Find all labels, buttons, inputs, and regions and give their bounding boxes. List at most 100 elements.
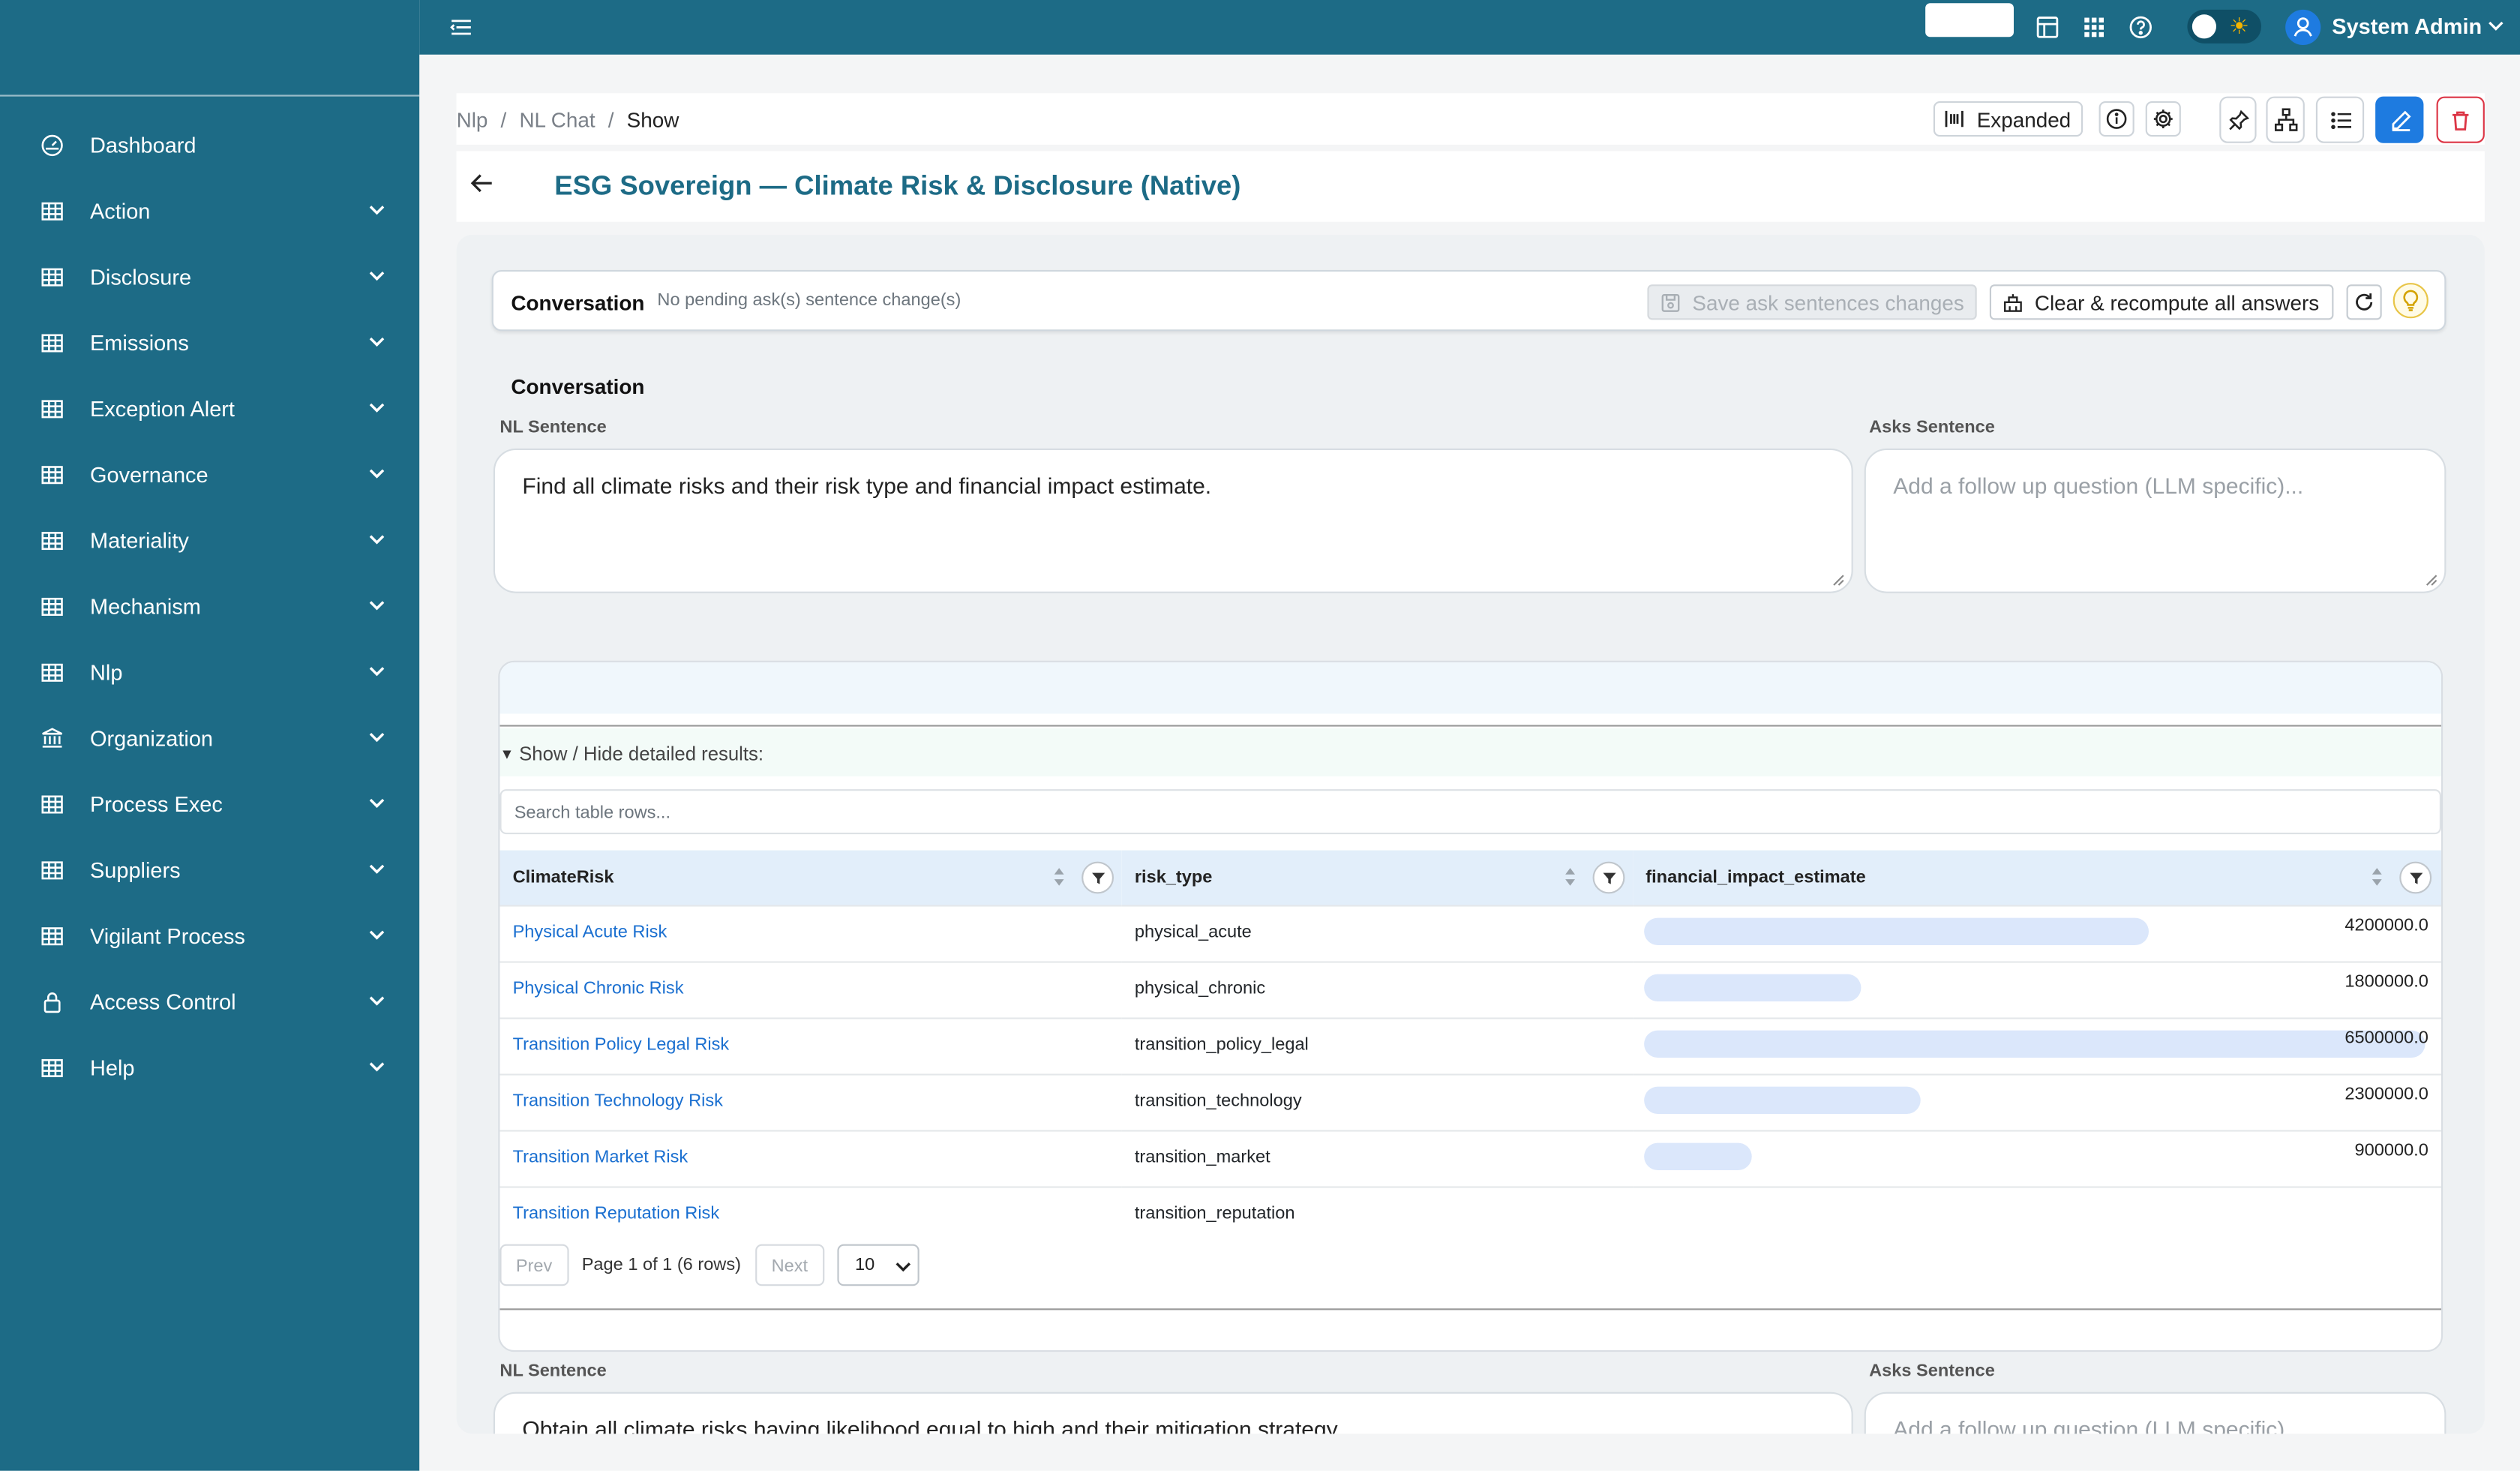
pin-button[interactable] xyxy=(2219,96,2257,143)
climate-risk-link[interactable]: Transition Technology Risk xyxy=(513,1091,723,1111)
climate-risk-link[interactable]: Transition Policy Legal Risk xyxy=(513,1035,730,1055)
chevron-down-icon[interactable] xyxy=(368,731,386,744)
sidebar-item-materiality[interactable]: Materiality xyxy=(0,508,419,574)
sidebar-item-exception-alert[interactable]: Exception Alert xyxy=(0,376,419,442)
resize-grip-icon[interactable] xyxy=(1832,574,1845,587)
refresh-button[interactable] xyxy=(2346,284,2382,320)
cell-risk-type: transition_technology xyxy=(1121,1073,1634,1131)
edit-button[interactable] xyxy=(2375,96,2424,143)
column-header-financial-impact[interactable]: financial_impact_estimate xyxy=(1633,850,2441,906)
sort-icon[interactable] xyxy=(2371,866,2384,887)
sidebar-item-organization[interactable]: Organization xyxy=(0,706,419,772)
menu-icon[interactable] xyxy=(448,14,474,40)
table-search-input[interactable]: Search table rows... xyxy=(500,789,2442,835)
column-header-climaterisk[interactable]: ClimateRisk xyxy=(500,850,1122,906)
sidebar-item-suppliers[interactable]: Suppliers xyxy=(0,837,419,903)
asks-sentence-input[interactable]: Add a follow up question (LLM specific).… xyxy=(1864,1391,2446,1434)
chevron-down-icon[interactable] xyxy=(368,995,386,1007)
cell-climaterisk: Transition Policy Legal Risk xyxy=(500,1017,1122,1075)
sidebar-item-mechanism[interactable]: Mechanism xyxy=(0,574,419,640)
climate-risk-link[interactable]: Transition Reputation Risk xyxy=(513,1204,720,1223)
topbar-search-box[interactable] xyxy=(1925,3,2014,38)
chevron-down-icon[interactable] xyxy=(368,929,386,942)
title-bar: ESG Sovereign — Climate Risk & Disclosur… xyxy=(456,151,2485,222)
sidebar-item-access-control[interactable]: Access Control xyxy=(0,969,419,1035)
filter-button[interactable] xyxy=(1592,861,1625,894)
user-icon[interactable] xyxy=(2285,9,2321,45)
chevron-down-icon[interactable] xyxy=(368,270,386,283)
lightbulb-button[interactable] xyxy=(2392,283,2428,319)
results-toggle[interactable]: ▼ Show / Hide detailed results: xyxy=(500,728,2442,776)
chevron-down-icon[interactable] xyxy=(368,533,386,546)
nl-sentence-input[interactable]: Obtain all climate risks having likeliho… xyxy=(493,1391,1853,1434)
expanded-button[interactable]: Expanded xyxy=(1933,101,2084,137)
sidebar-item-action[interactable]: Action xyxy=(0,179,419,245)
dashboard-icon xyxy=(41,134,63,157)
sidebar-item-label: Mechanism xyxy=(90,594,201,619)
chevron-down-icon[interactable] xyxy=(368,797,386,810)
value-label: 6500000.0 xyxy=(2344,1028,2428,1049)
info-icon xyxy=(2106,109,2127,129)
layout-icon[interactable] xyxy=(2035,14,2060,40)
lock-icon xyxy=(44,992,61,1013)
sidebar-item-label: Organization xyxy=(90,726,214,751)
cell-risk-type: physical_chronic xyxy=(1121,961,1634,1019)
sidebar-item-vigilant-process[interactable]: Vigilant Process xyxy=(0,903,419,969)
climate-risk-link[interactable]: Transition Market Risk xyxy=(513,1148,688,1167)
chevron-down-icon[interactable] xyxy=(368,204,386,217)
sidebar-item-disclosure[interactable]: Disclosure xyxy=(0,245,419,311)
columns-icon xyxy=(1945,110,1964,128)
climate-risk-link[interactable]: Physical Acute Risk xyxy=(513,923,668,942)
risk-type-text: physical_chronic xyxy=(1134,979,1266,998)
page-size-select[interactable]: 10 xyxy=(837,1244,920,1286)
sidebar-item-nlp[interactable]: Nlp xyxy=(0,640,419,706)
chevron-down-icon[interactable] xyxy=(368,468,386,481)
climate-risk-link[interactable]: Physical Chronic Risk xyxy=(513,979,684,998)
asks-sentence-label: Asks Sentence xyxy=(1869,418,1995,437)
sort-icon[interactable] xyxy=(1564,866,1576,887)
chevron-down-icon[interactable] xyxy=(368,402,386,415)
sidebar-item-dashboard[interactable]: Dashboard xyxy=(0,113,419,179)
chevron-down-icon[interactable] xyxy=(368,599,386,612)
column-label: ClimateRisk xyxy=(512,868,614,887)
list-button[interactable] xyxy=(2315,96,2365,143)
user-name[interactable]: System Admin xyxy=(2332,14,2482,38)
chevron-down-icon[interactable] xyxy=(2488,21,2504,32)
filter-icon xyxy=(2410,872,2423,884)
next-page-button[interactable]: Next xyxy=(755,1244,825,1286)
table-icon xyxy=(41,400,63,419)
settings-button[interactable] xyxy=(2145,101,2181,137)
hierarchy-button[interactable] xyxy=(2266,96,2305,143)
breadcrumb-nlp[interactable]: Nlp xyxy=(457,108,488,132)
sidebar-item-emissions[interactable]: Emissions xyxy=(0,311,419,377)
theme-toggle[interactable]: ☀ xyxy=(2187,9,2261,44)
sidebar-item-label: Suppliers xyxy=(90,858,181,883)
column-header-risk-type[interactable]: risk_type xyxy=(1121,850,1634,906)
back-arrow-icon[interactable] xyxy=(470,172,495,194)
grid-icon[interactable] xyxy=(2081,14,2107,40)
asks-sentence-label: Asks Sentence xyxy=(1869,1361,1995,1381)
sort-icon[interactable] xyxy=(1053,866,1066,887)
save-ask-sentences-button[interactable]: Save ask sentences changes xyxy=(1647,284,1977,320)
results-toggle-label: Show / Hide detailed results: xyxy=(519,742,764,765)
filter-button[interactable] xyxy=(1082,861,1114,894)
filter-button[interactable] xyxy=(2399,861,2432,894)
conversation-title: Conversation xyxy=(511,290,645,315)
nl-sentence-input[interactable]: Find all climate risks and their risk ty… xyxy=(493,448,1853,593)
chevron-down-icon[interactable] xyxy=(368,336,386,349)
delete-button[interactable] xyxy=(2436,96,2485,143)
resize-grip-icon[interactable] xyxy=(2426,574,2438,587)
chevron-down-icon[interactable] xyxy=(368,863,386,876)
asks-sentence-input[interactable]: Add a follow up question (LLM specific).… xyxy=(1864,448,2446,593)
chevron-down-icon[interactable] xyxy=(368,1061,386,1073)
help-icon[interactable] xyxy=(2128,14,2153,40)
clear-recompute-button[interactable]: Clear & recompute all answers xyxy=(1989,284,2334,320)
breadcrumb-nl-chat[interactable]: NL Chat xyxy=(519,108,595,132)
prev-page-button[interactable]: Prev xyxy=(500,1244,569,1286)
sidebar-item-help[interactable]: Help xyxy=(0,1035,419,1101)
table-icon xyxy=(41,663,63,682)
sidebar-item-governance[interactable]: Governance xyxy=(0,442,419,508)
sidebar-item-process-exec[interactable]: Process Exec xyxy=(0,772,419,838)
info-button[interactable] xyxy=(2098,101,2134,137)
chevron-down-icon[interactable] xyxy=(368,665,386,678)
